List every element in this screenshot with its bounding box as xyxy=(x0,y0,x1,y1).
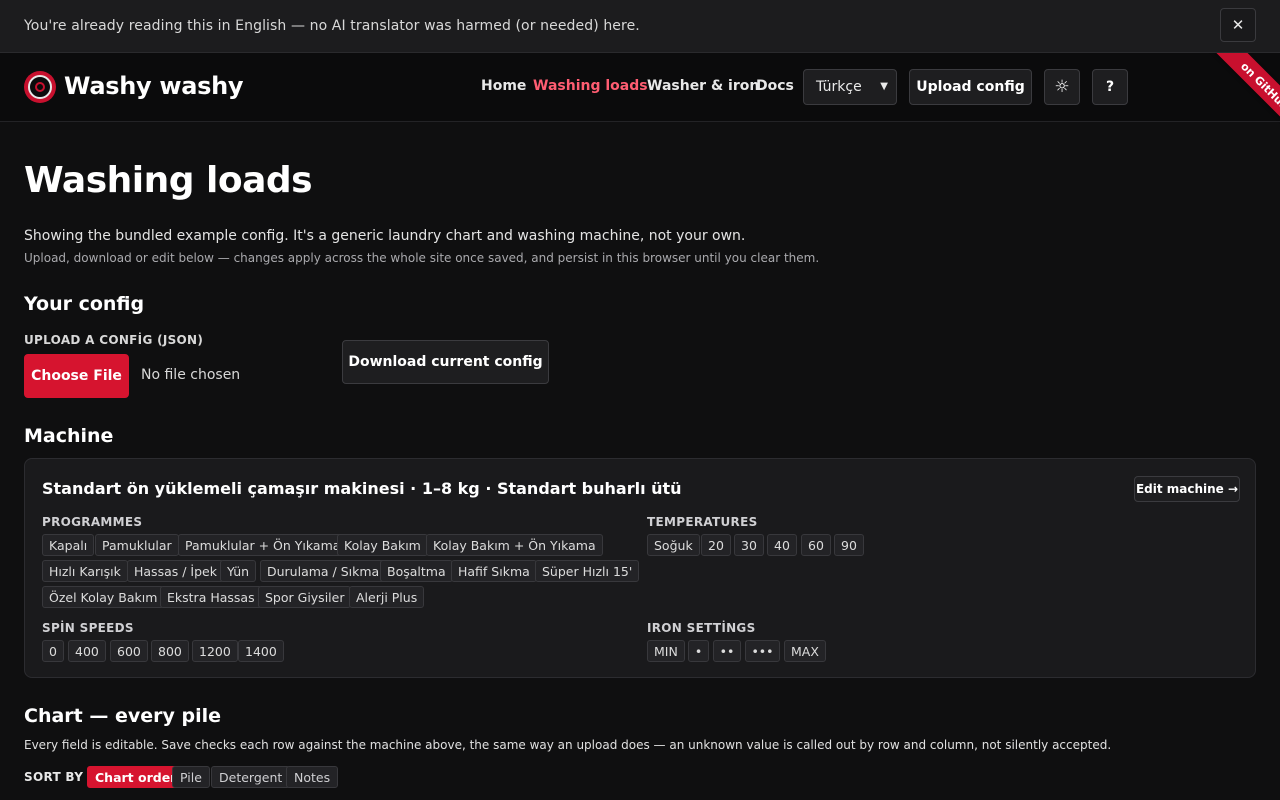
iron-setting-chip: MAX xyxy=(784,640,826,662)
programme-chip: Alerji Plus xyxy=(349,586,425,608)
intro-text: Showing the bundled example config. It's… xyxy=(24,228,746,244)
temperature-chip: 30 xyxy=(734,534,764,556)
programme-chip: Hızlı Karışık xyxy=(42,560,128,582)
programme-chip: Pamuklular xyxy=(95,534,179,556)
close-icon[interactable]: ✕ xyxy=(1220,8,1256,42)
iron-setting-chip: ••• xyxy=(745,640,780,662)
config-heading: Your config xyxy=(24,293,145,315)
sort-by-label: SORT BY xyxy=(24,770,84,784)
spin-speed-chip: 800 xyxy=(151,640,189,662)
programme-chip: Ekstra Hassas xyxy=(160,586,262,608)
temperature-chip: Soğuk xyxy=(647,534,700,556)
edit-machine-button[interactable]: Edit machine → xyxy=(1134,476,1240,502)
nav-washing-loads[interactable]: Washing loads xyxy=(533,78,648,94)
iron-setting-chip: •• xyxy=(713,640,741,662)
temperature-chip: 90 xyxy=(834,534,864,556)
spin-speed-chip: 400 xyxy=(68,640,106,662)
programme-chip: Hassas / İpek xyxy=(127,560,224,582)
programme-chip: Kapalı xyxy=(42,534,95,556)
programme-chip: Özel Kolay Bakım xyxy=(42,586,165,608)
spin-speed-chip: 1400 xyxy=(238,640,284,662)
programme-chip: Yün xyxy=(220,560,257,582)
chart-note: Every field is editable. Save checks eac… xyxy=(24,738,1112,752)
sort-chart-order[interactable]: Chart order xyxy=(87,766,185,788)
spin-speed-chip: 1200 xyxy=(192,640,238,662)
github-ribbon-text: on GitHub xyxy=(1211,53,1280,140)
programme-chip: Boşaltma xyxy=(380,560,453,582)
page-title: Washing loads xyxy=(24,160,313,201)
iron-setting-chip: • xyxy=(688,640,709,662)
language-selected: Türkçe xyxy=(816,79,862,95)
site-header: Washy washy Home Washing loads Washer & … xyxy=(0,53,1280,122)
iron-settings-label: IRON SETTİNGS xyxy=(647,621,756,635)
theme-toggle-icon[interactable]: ☼ xyxy=(1044,69,1080,105)
temperature-chip: 60 xyxy=(801,534,831,556)
temperature-chip: 20 xyxy=(701,534,731,556)
download-config-button[interactable]: Download current config xyxy=(342,340,549,384)
nav-home[interactable]: Home xyxy=(481,78,526,94)
no-file-text: No file chosen xyxy=(141,367,241,383)
programme-chip: Pamuklular + Ön Yıkama xyxy=(178,534,348,556)
machine-card: Standart ön yüklemeli çamaşır makinesi ·… xyxy=(24,458,1256,678)
spin-speed-chip: 0 xyxy=(42,640,64,662)
programme-chip: Durulama / Sıkma xyxy=(260,560,387,582)
translation-banner: You're already reading this in English —… xyxy=(0,0,1280,53)
help-button[interactable]: ? xyxy=(1092,69,1128,105)
sort-pile[interactable]: Pile xyxy=(172,766,210,788)
upload-config-label: UPLOAD A CONFİG (JSON) xyxy=(24,333,204,347)
nav-docs[interactable]: Docs xyxy=(756,78,794,94)
sort-notes[interactable]: Notes xyxy=(286,766,339,788)
choose-file-button[interactable]: Choose File xyxy=(24,354,129,398)
github-ribbon[interactable]: on GitHub xyxy=(1190,53,1280,143)
iron-setting-chip: MIN xyxy=(647,640,685,662)
spin-speed-chip: 600 xyxy=(110,640,148,662)
machine-title: Standart ön yüklemeli çamaşır makinesi ·… xyxy=(42,479,682,498)
upload-config-button[interactable]: Upload config xyxy=(909,69,1032,105)
temperature-chip: 40 xyxy=(767,534,797,556)
programme-chip: Kolay Bakım + Ön Yıkama xyxy=(426,534,603,556)
spin-speeds-label: SPİN SPEEDS xyxy=(42,621,134,635)
programme-chip: Kolay Bakım xyxy=(337,534,428,556)
banner-text: You're already reading this in English —… xyxy=(24,18,640,34)
logo-icon[interactable] xyxy=(24,71,56,103)
machine-heading: Machine xyxy=(24,425,114,447)
chevron-down-icon: ▼ xyxy=(880,81,888,92)
language-select[interactable]: Türkçe ▼ xyxy=(803,69,897,105)
programmes-label: PROGRAMMES xyxy=(42,515,143,529)
programme-chip: Süper Hızlı 15' xyxy=(535,560,640,582)
programme-chip: Hafif Sıkma xyxy=(451,560,537,582)
nav-washer-iron[interactable]: Washer & iron xyxy=(647,78,759,94)
temperatures-label: TEMPERATURES xyxy=(647,515,758,529)
brand-name[interactable]: Washy washy xyxy=(64,72,244,100)
chart-heading: Chart — every pile xyxy=(24,705,222,727)
programme-chip: Spor Giysiler xyxy=(258,586,352,608)
intro-subtext: Upload, download or edit below — changes… xyxy=(24,251,820,265)
sort-detergent[interactable]: Detergent xyxy=(211,766,291,788)
